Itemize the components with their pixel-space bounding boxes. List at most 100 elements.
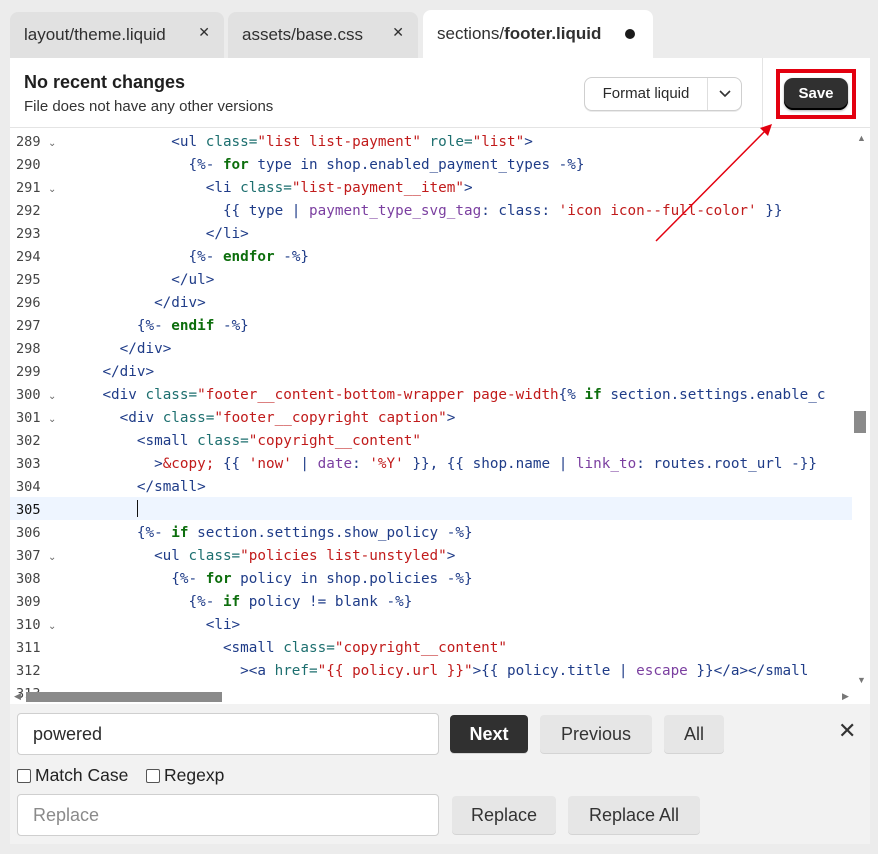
scroll-right-icon[interactable]: ▶	[842, 691, 849, 702]
replace-input[interactable]	[17, 794, 439, 836]
code-token: |	[283, 203, 310, 219]
fold-chevron-icon[interactable]: ⌄	[48, 391, 56, 402]
code-line: </div>	[68, 338, 172, 361]
code-token: "list"	[472, 134, 525, 150]
code-line: {%- endfor -%}	[68, 246, 310, 269]
close-icon[interactable]: ✕	[198, 24, 210, 41]
format-liquid-button[interactable]: Format liquid	[584, 77, 742, 111]
code-token: class=	[240, 180, 292, 196]
code-token: </small>	[136, 479, 206, 495]
line-number: 292	[16, 203, 41, 219]
line-number: 290	[16, 157, 41, 173]
code-line: <li class="list-payment__item">	[68, 177, 473, 200]
all-button[interactable]: All	[664, 715, 724, 753]
code-token: policy	[240, 571, 292, 587]
replace-all-button[interactable]: Replace All	[568, 796, 700, 834]
fold-chevron-icon[interactable]: ⌄	[48, 414, 56, 425]
checkbox-box[interactable]	[17, 768, 31, 783]
scroll-up-icon[interactable]: ▲	[857, 133, 866, 143]
horizontal-scroll-thumb[interactable]	[26, 692, 222, 702]
code-token: :	[481, 203, 499, 219]
vertical-scroll-thumb[interactable]	[854, 411, 866, 433]
code-token: {%-	[136, 525, 163, 541]
match-case-checkbox[interactable]: Match Case	[17, 765, 128, 786]
scroll-left-icon[interactable]: ◀	[14, 691, 21, 702]
fold-chevron-icon[interactable]: ⌄	[48, 552, 56, 563]
fold-chevron-icon[interactable]: ⌄	[48, 621, 56, 632]
close-icon[interactable]: ✕	[838, 718, 856, 744]
code-token: "footer__content-bottom-wrapper page-wid…	[197, 387, 559, 403]
checkbox-box[interactable]	[146, 768, 160, 783]
code-token: :	[541, 203, 559, 219]
code-token: >{{	[472, 663, 508, 679]
code-token: {%-	[136, 318, 163, 334]
replace-button[interactable]: Replace	[452, 796, 556, 834]
tab-base-css[interactable]: assets/base.css ✕	[228, 12, 418, 58]
code-token: type	[248, 203, 284, 219]
code-token: section.settings.enable_c	[610, 387, 826, 403]
find-replace-panel: Next Previous All ✕ Match Case Regexp Re…	[10, 704, 870, 844]
code-token: "{{ policy.url }}"	[317, 663, 473, 679]
tab-footer-liquid[interactable]: sections/footer.liquid	[423, 10, 653, 58]
vertical-scrollbar[interactable]: ▲ ▼	[854, 129, 870, 689]
code-line: </div>	[68, 292, 206, 315]
next-button[interactable]: Next	[450, 715, 528, 753]
code-token: {{	[222, 203, 249, 219]
line-number: 299	[16, 364, 41, 380]
line-number: 306	[16, 525, 41, 541]
code-token: {{	[214, 456, 249, 472]
version-subtitle: File does not have any other versions	[24, 98, 274, 115]
close-icon[interactable]: ✕	[392, 24, 404, 41]
code-line: {%- for type in shop.enabled_payment_typ…	[68, 154, 585, 177]
code-line: {%- if policy != blank -%}	[68, 591, 413, 614]
code-token: link_to	[575, 456, 637, 472]
line-number: 311	[16, 640, 41, 656]
chevron-down-icon[interactable]	[708, 90, 741, 98]
code-token: role=	[420, 134, 473, 150]
editor-window: layout/theme.liquid ✕ assets/base.css ✕ …	[0, 0, 878, 854]
code-token: for	[214, 157, 258, 173]
code-token: <div	[119, 410, 163, 426]
horizontal-scrollbar[interactable]: ◀ ▶	[10, 689, 854, 704]
line-number: 312	[16, 663, 41, 679]
format-liquid-label[interactable]: Format liquid	[585, 78, 708, 110]
fold-chevron-icon[interactable]: ⌄	[48, 184, 56, 195]
code-token: >	[154, 456, 163, 472]
code-token: escape	[636, 663, 688, 679]
code-line: ><a href="{{ policy.url }}">{{ policy.ti…	[68, 660, 808, 683]
header-divider	[762, 58, 763, 128]
regexp-checkbox[interactable]: Regexp	[146, 765, 224, 786]
code-token: 'icon icon--full-color'	[558, 203, 757, 219]
search-input[interactable]	[17, 713, 439, 755]
line-number: 293	[16, 226, 41, 242]
code-token: "list list-payment"	[257, 134, 421, 150]
code-editor[interactable]: 289 ⌄ 290 291 ⌄ 292 293 294 295 296 297 298 299 300 ⌄ 3…	[10, 129, 870, 704]
line-number: 297	[16, 318, 41, 334]
line-number: 296	[16, 295, 41, 311]
fold-chevron-icon[interactable]: ⌄	[48, 138, 56, 149]
code-token: <small	[222, 640, 284, 656]
scroll-down-icon[interactable]: ▼	[857, 675, 866, 685]
code-line: <small class="copyright__content"	[68, 430, 421, 453]
previous-button[interactable]: Previous	[540, 715, 652, 753]
tab-label-filename: footer.liquid	[504, 24, 602, 43]
unsaved-dot-icon	[625, 29, 635, 39]
code-token: shop.name	[472, 456, 551, 472]
code-token: {%-	[188, 594, 215, 610]
code-token: </div>	[119, 341, 172, 357]
tab-theme-liquid[interactable]: layout/theme.liquid ✕	[10, 12, 224, 58]
save-button[interactable]: Save	[784, 78, 848, 110]
line-number: 294	[16, 249, 41, 265]
line-number: 298	[16, 341, 41, 357]
code-token: <li	[205, 180, 241, 196]
code-token: <div	[102, 387, 146, 403]
